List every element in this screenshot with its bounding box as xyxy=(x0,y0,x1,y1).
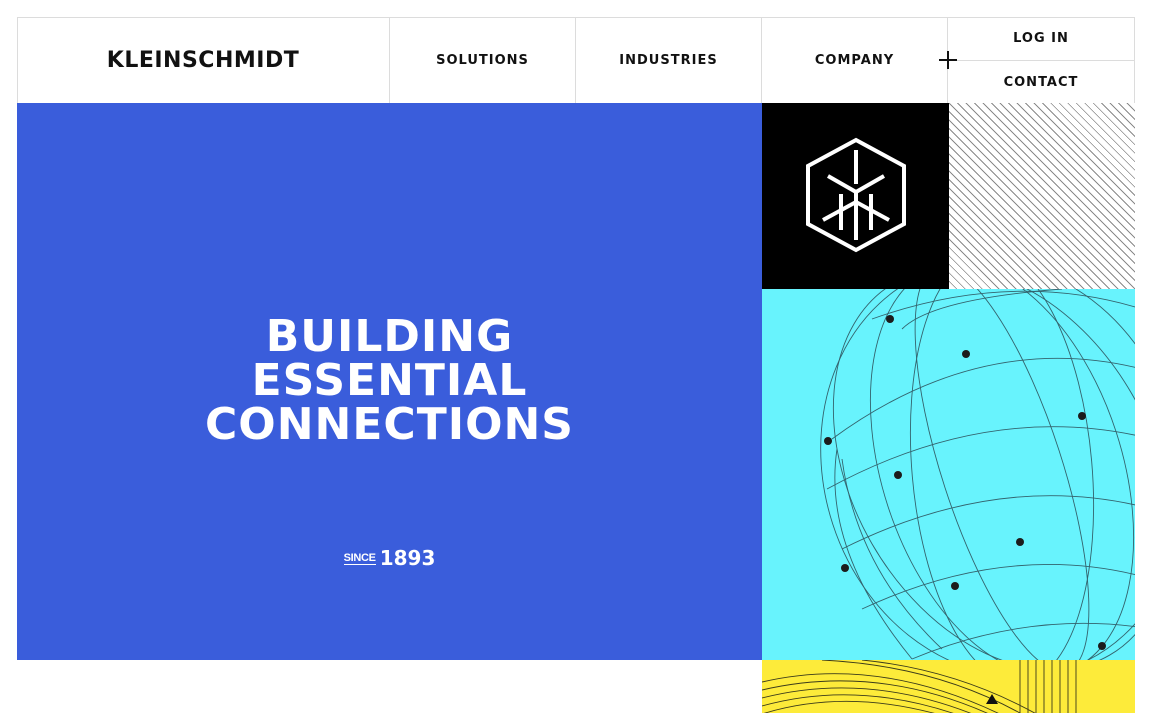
nav-label-solutions: SOLUTIONS xyxy=(436,52,529,68)
nav-label-company: COMPANY xyxy=(814,52,895,68)
hero-title: BUILDING ESSENTIAL CONNECTIONS xyxy=(17,315,762,447)
concentric-arcs-icon xyxy=(762,660,1077,713)
nav-item-industries[interactable]: INDUSTRIES xyxy=(576,17,762,103)
login-link[interactable]: LOG IN xyxy=(948,17,1134,60)
since-year: 1893 xyxy=(379,546,436,570)
nav-item-company[interactable]: COMPANY xyxy=(762,17,957,103)
site-header: KLEINSCHMIDT SOLUTIONS INDUSTRIES COMPAN… xyxy=(17,17,1135,103)
wireframe-globe-icon xyxy=(820,289,1135,660)
since-label: SINCE xyxy=(343,552,376,565)
hero-title-line-2: ESSENTIAL xyxy=(251,355,528,406)
logo-tile xyxy=(762,103,949,289)
contact-label: CONTACT xyxy=(1003,74,1079,90)
hero-panel: BUILDING ESSENTIAL CONNECTIONS SINCE 189… xyxy=(17,103,762,660)
since-badge: SINCE 1893 xyxy=(17,548,762,568)
plus-icon[interactable] xyxy=(939,51,957,69)
hero-title-line-3: CONNECTIONS xyxy=(205,399,574,450)
auth-links: LOG IN CONTACT xyxy=(948,17,1134,103)
login-label: LOG IN xyxy=(1013,31,1069,46)
brand-logo[interactable]: KLEINSCHMIDT xyxy=(107,48,299,73)
hatch-pattern-tile xyxy=(949,103,1135,289)
logo-cell[interactable]: KLEINSCHMIDT xyxy=(17,17,390,103)
content-area xyxy=(17,660,762,713)
yellow-pattern-tile xyxy=(762,660,1135,713)
nav-label-industries: INDUSTRIES xyxy=(619,52,718,68)
globe-tile xyxy=(762,289,1135,660)
nav-item-solutions[interactable]: SOLUTIONS xyxy=(390,17,576,103)
contact-link[interactable]: CONTACT xyxy=(948,60,1134,103)
kleinschmidt-cube-logo-icon xyxy=(805,137,906,253)
hero-title-line-1: BUILDING xyxy=(265,311,514,362)
